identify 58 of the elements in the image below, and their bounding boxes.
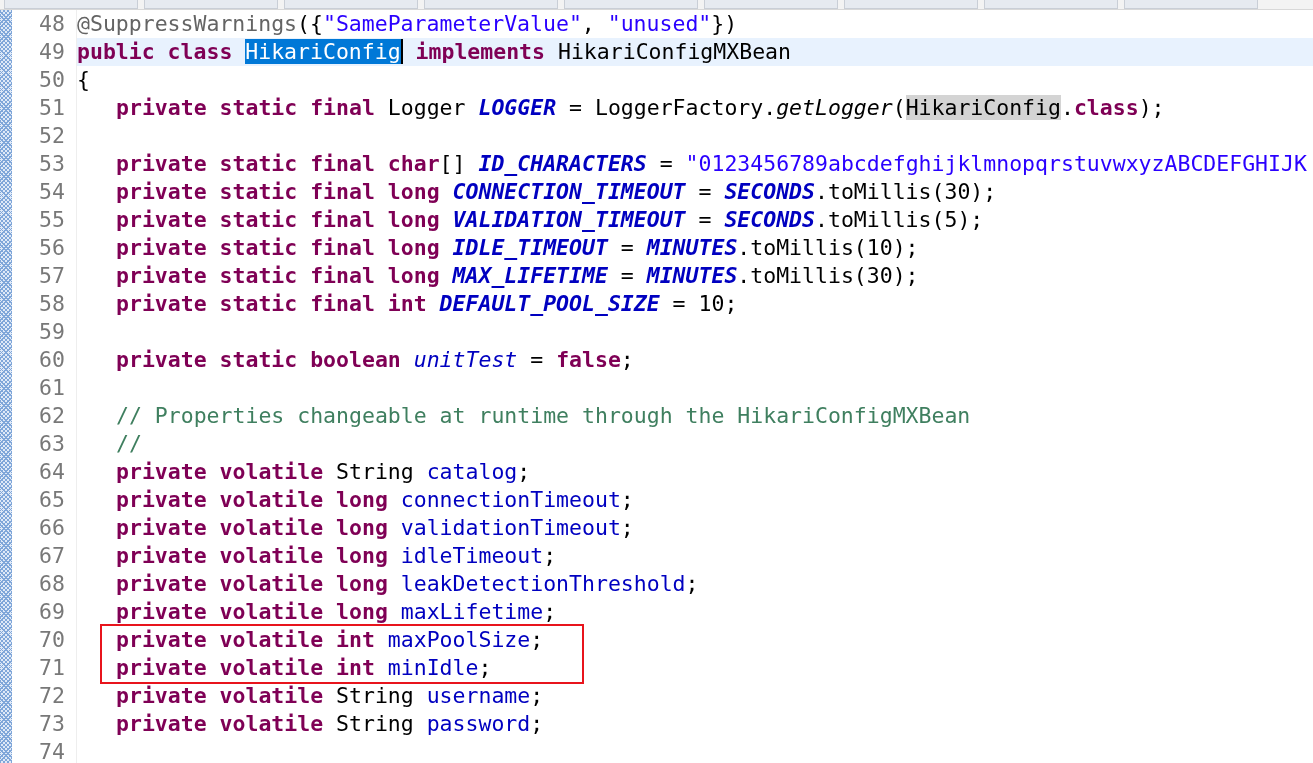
line-number: 58 (38, 290, 65, 318)
editor-tab[interactable] (704, 0, 838, 9)
line-number: 54 (38, 178, 65, 206)
editor-tab[interactable] (424, 0, 558, 9)
code-line: private static boolean unitTest = false; (115, 346, 635, 374)
code-line: private static final Logger LOGGER = LoggerFactory.getLogger(HikariConfig.class); (115, 94, 1166, 122)
line-number: 66 (38, 514, 65, 542)
line-number: 73 (38, 710, 65, 738)
line-number: 60 (38, 346, 65, 374)
code-line: { (77, 66, 91, 94)
code-line: @SuppressWarnings({"SameParameterValue", "unused"}) (77, 10, 739, 38)
editor-tab[interactable] (144, 0, 278, 9)
code-line: private volatile int minIdle; (116, 654, 493, 682)
line-number: 49 (38, 38, 65, 66)
code-line: private volatile String username; (115, 682, 545, 710)
line-number: 59 (38, 318, 65, 346)
editor-tab[interactable] (4, 0, 138, 9)
line-number: 61 (38, 374, 65, 402)
line-number: 69 (38, 598, 65, 626)
code-line: private static final char[] ID_CHARACTERS = "0123456789abcdefghijklmnopqrstuvwxyzABCDEFGHIJK (115, 150, 1308, 178)
line-number: 64 (38, 458, 65, 486)
code-line: private volatile long maxLifetime; (115, 598, 558, 626)
code-line: private static final int DEFAULT_POOL_SIZE = 10; (115, 290, 739, 318)
code-line: // (115, 430, 143, 458)
code-line: private volatile long connectionTimeout; (115, 486, 635, 514)
editor-tab[interactable] (564, 0, 698, 9)
line-number: 57 (38, 262, 65, 290)
line-number: 52 (38, 122, 65, 150)
line-number: 68 (38, 570, 65, 598)
code-line: private static final long MAX_LIFETIME = MINUTES.toMillis(30); (115, 262, 920, 290)
code-line: // Properties changeable at runtime through the HikariConfigMXBean (115, 402, 972, 430)
code-line: private volatile int maxPoolSize; (116, 626, 544, 654)
line-number: 65 (38, 486, 65, 514)
code-line: private static final long CONNECTION_TIMEOUT = SECONDS.toMillis(30); (115, 178, 998, 206)
line-number: 71 (38, 654, 65, 682)
code-line: private static final long VALIDATION_TIMEOUT = SECONDS.toMillis(5); (115, 206, 985, 234)
editor-tab[interactable] (984, 0, 1118, 9)
line-number: 56 (38, 234, 65, 262)
code-line: private volatile String catalog; (115, 458, 532, 486)
line-number: 63 (38, 430, 65, 458)
code-line: private static final long IDLE_TIMEOUT = MINUTES.toMillis(10); (115, 234, 920, 262)
line-number: 70 (38, 626, 65, 654)
line-number: 72 (38, 682, 65, 710)
editor-tab[interactable] (844, 0, 978, 9)
line-number: 51 (38, 94, 65, 122)
code-line: private volatile long leakDetectionThreshold; (115, 570, 700, 598)
line-number: 62 (38, 402, 65, 430)
code-line: private volatile long idleTimeout; (115, 542, 558, 570)
line-number: 74 (38, 738, 65, 763)
line-number: 48 (38, 10, 65, 38)
line-number: 50 (38, 66, 65, 94)
line-number: 55 (38, 206, 65, 234)
line-number: 67 (38, 542, 65, 570)
editor-tab[interactable] (284, 0, 418, 9)
editor-tab[interactable] (1124, 0, 1258, 9)
code-line: private volatile long validationTimeout; (115, 514, 635, 542)
code-line: private volatile String password; (115, 710, 545, 738)
line-number: 53 (38, 150, 65, 178)
